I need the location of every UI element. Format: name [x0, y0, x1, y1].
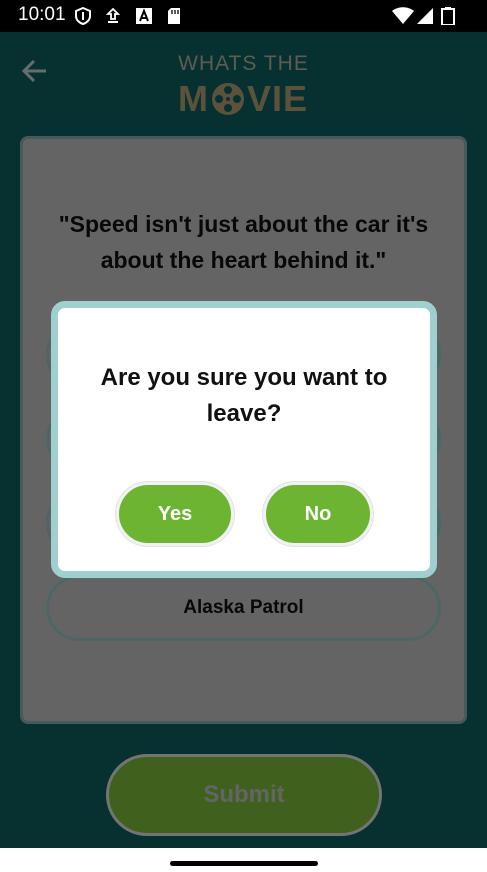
dialog-title: Are you sure you want to leave? — [100, 364, 388, 427]
yes-button[interactable]: Yes — [116, 482, 234, 546]
home-indicator[interactable] — [170, 861, 318, 866]
leave-dialog: Are you sure you want to leave? Yes No — [51, 301, 437, 578]
battery-icon — [441, 7, 455, 25]
wifi-icon — [392, 7, 414, 24]
sd-card-icon — [168, 8, 180, 24]
signal-icon — [417, 8, 433, 24]
download-icon — [105, 7, 121, 23]
navigation-bar — [0, 848, 487, 872]
text-a-icon — [136, 8, 152, 24]
status-time: 10:01 — [18, 4, 66, 25]
no-button[interactable]: No — [263, 482, 373, 546]
shield-icon — [75, 7, 91, 25]
status-bar: 10:01 — [0, 0, 487, 32]
